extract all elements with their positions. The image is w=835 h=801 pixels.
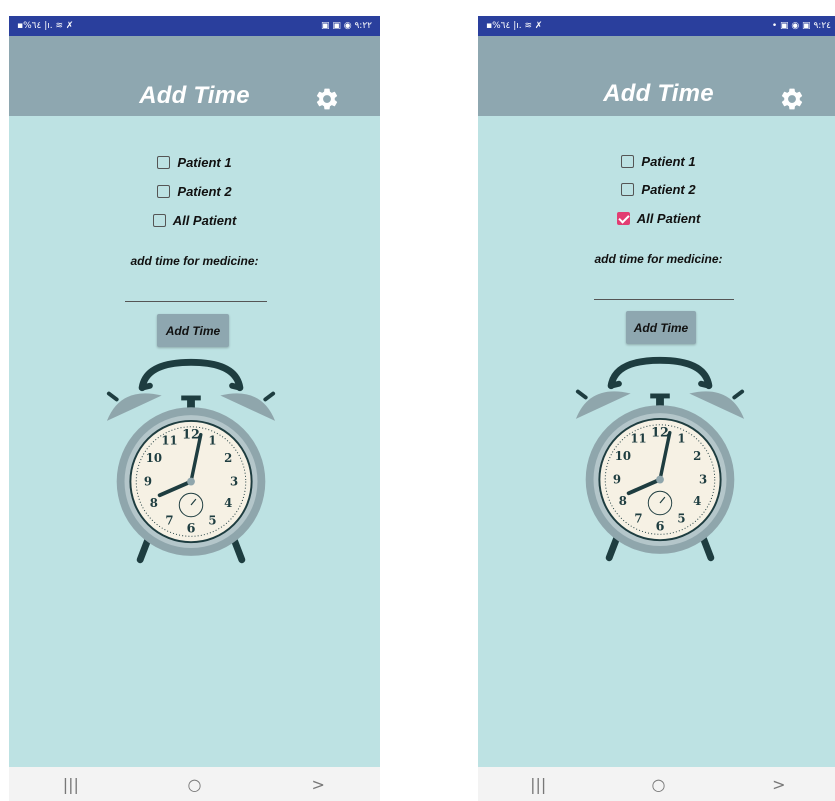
settings-gear-icon[interactable] xyxy=(779,86,805,112)
patient-2-label: Patient 2 xyxy=(177,183,232,199)
add-time-button[interactable]: Add Time xyxy=(626,311,696,344)
clock-numeral: 2 xyxy=(693,449,701,463)
time-input[interactable] xyxy=(125,277,267,302)
clock-numeral: 10 xyxy=(146,451,162,465)
clock-numeral: 1 xyxy=(208,433,216,447)
clock-numeral: 2 xyxy=(224,451,232,465)
clock-numeral: 8 xyxy=(619,494,627,508)
clock-numeral: 6 xyxy=(656,518,665,533)
clock-numeral: 6 xyxy=(187,520,196,535)
clock-numeral: 4 xyxy=(693,494,701,508)
clock-numeral: 3 xyxy=(230,474,238,488)
clock-numeral: 4 xyxy=(224,496,232,510)
patient-2-checkbox-row[interactable]: Patient 2 xyxy=(621,181,696,197)
all-patient-checkbox[interactable] xyxy=(152,213,166,227)
clock-numeral: 1 xyxy=(677,431,685,445)
alarm-clock-icon: 12 1 2 3 4 5 6 7 8 9 10 11 xyxy=(575,356,745,562)
clock-numeral: 3 xyxy=(699,472,707,486)
patient-option-all: All Patient xyxy=(478,207,835,229)
alarm-clock-illustration: 12 1 2 3 4 5 6 7 8 9 10 11 xyxy=(106,358,276,564)
status-icons: ▣ ▣ ◉ xyxy=(320,21,352,31)
clock-numeral: 12 xyxy=(651,425,669,440)
patient-1-checkbox[interactable] xyxy=(157,155,171,169)
status-bar: ▪%٦٤ |ı. ≋ ✗ • ▣ ◉ ▣ ٩:٢٤ xyxy=(478,16,835,36)
patient-2-checkbox[interactable] xyxy=(621,182,635,196)
patient-1-checkbox[interactable] xyxy=(621,154,635,168)
all-patient-label: All Patient xyxy=(636,210,701,226)
patient-1-label: Patient 1 xyxy=(641,153,696,169)
patient-2-checkbox-row[interactable]: Patient 2 xyxy=(157,183,232,199)
clock-numeral: 11 xyxy=(630,431,646,445)
app-bar: Add Time xyxy=(478,36,835,116)
clock-numeral: 11 xyxy=(161,433,177,447)
clock-numeral: 7 xyxy=(634,512,642,526)
back-button[interactable]: > xyxy=(288,775,348,794)
patient-option-2: Patient 2 xyxy=(478,178,835,200)
clock-numeral: 9 xyxy=(144,474,152,488)
alarm-clock-icon: 12 1 2 3 4 5 6 7 8 9 10 11 xyxy=(106,358,276,564)
instruction-text: add time for medicine: xyxy=(594,252,723,266)
content-area: Patient 1 Patient 2 All Patient add time… xyxy=(478,116,835,767)
back-button[interactable]: > xyxy=(749,775,809,794)
patient-2-checkbox[interactable] xyxy=(157,184,171,198)
patient-1-label: Patient 1 xyxy=(177,154,232,170)
all-patient-checkbox[interactable] xyxy=(616,211,630,225)
home-button[interactable]: ○ xyxy=(164,775,224,794)
phone-screen-left: ▪%٦٤ |ı. ≋ ✗ ▣ ▣ ◉ ٩:٢٢ Add Time Patient… xyxy=(9,16,380,801)
add-time-button[interactable]: Add Time xyxy=(157,314,229,347)
patient-1-checkbox-row[interactable]: Patient 1 xyxy=(157,154,232,170)
status-time: ٩:٢٢ xyxy=(354,21,372,31)
recent-apps-button[interactable]: ||| xyxy=(508,775,568,794)
patient-2-label: Patient 2 xyxy=(641,181,696,197)
patient-option-1: Patient 1 xyxy=(478,150,835,172)
status-bar: ▪%٦٤ |ı. ≋ ✗ ▣ ▣ ◉ ٩:٢٢ xyxy=(9,16,380,36)
clock-numeral: 12 xyxy=(182,427,200,442)
status-icons: • ▣ ◉ ▣ xyxy=(771,21,811,31)
alarm-clock-illustration: 12 1 2 3 4 5 6 7 8 9 10 11 xyxy=(575,356,745,562)
patient-1-checkbox-row[interactable]: Patient 1 xyxy=(621,153,696,169)
clock-numeral: 7 xyxy=(165,514,173,528)
instruction-text: add time for medicine: xyxy=(130,254,259,268)
recent-apps-button[interactable]: ||| xyxy=(41,775,101,794)
clock-numeral: 9 xyxy=(613,472,621,486)
status-time: ٩:٢٤ xyxy=(813,21,831,31)
navigation-bar: ||| ○ > xyxy=(9,767,380,801)
settings-gear-icon[interactable] xyxy=(314,86,340,112)
status-indicators: ▪%٦٤ |ı. ≋ ✗ xyxy=(486,21,543,31)
patient-option-all: All Patient xyxy=(9,209,380,231)
clock-numeral: 10 xyxy=(615,449,631,463)
content-area: Patient 1 Patient 2 All Patient add time… xyxy=(9,116,380,767)
all-patient-checkbox-row[interactable]: All Patient xyxy=(616,210,701,226)
clock-numeral: 8 xyxy=(150,496,158,510)
status-indicators: ▪%٦٤ |ı. ≋ ✗ xyxy=(17,21,74,31)
time-input[interactable] xyxy=(594,275,734,300)
app-bar: Add Time xyxy=(9,36,380,116)
patient-option-1: Patient 1 xyxy=(9,151,380,173)
home-button[interactable]: ○ xyxy=(628,775,688,794)
patient-option-2: Patient 2 xyxy=(9,180,380,202)
clock-numeral: 5 xyxy=(208,514,216,528)
navigation-bar: ||| ○ > xyxy=(478,767,835,801)
clock-numeral: 5 xyxy=(677,512,685,526)
all-patient-checkbox-row[interactable]: All Patient xyxy=(152,212,237,228)
phone-screen-right: ▪%٦٤ |ı. ≋ ✗ • ▣ ◉ ▣ ٩:٢٤ Add Time Patie… xyxy=(478,16,835,801)
all-patient-label: All Patient xyxy=(172,212,237,228)
